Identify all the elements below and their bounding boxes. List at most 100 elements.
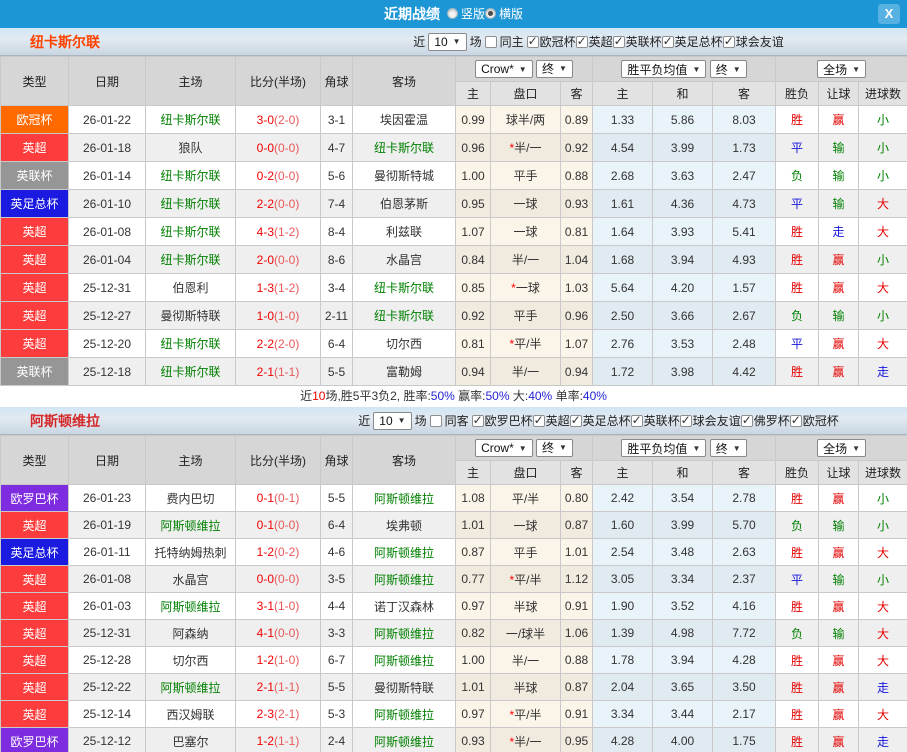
match-row: 英超 25-12-14 西汉姆联 2-3(2-1) 5-3 阿斯顿维拉 0.97 *平/半 0.…	[0, 700, 907, 728]
chevron-down-icon: ▼	[692, 443, 701, 453]
bookmaker-select[interactable]: Crow* ▼	[475, 439, 533, 458]
competition-filter[interactable]: 英超	[532, 412, 570, 429]
checkbox-checked-icon[interactable]	[679, 413, 692, 427]
competition-filter[interactable]: 球会友谊	[722, 33, 784, 50]
orientation-radio[interactable]: 竖版	[446, 5, 485, 22]
checkbox-unchecked-icon[interactable]	[484, 35, 497, 48]
cell-spread-result: 赢	[818, 700, 860, 728]
radio-unselected-icon[interactable]	[446, 7, 458, 19]
games-count-select[interactable]: 10 ▼	[428, 32, 467, 51]
cell-odds-home: 1.07	[455, 217, 491, 246]
odds-time-select[interactable]: 终 ▼	[536, 59, 573, 78]
avg-time-select[interactable]: 终 ▼	[709, 60, 747, 78]
avg-time-select[interactable]: 终 ▼	[709, 439, 747, 457]
bookmaker-select[interactable]: Crow* ▼	[475, 60, 533, 79]
cell-avg-away: 2.37	[712, 565, 777, 593]
cell-home-team: 西汉姆联	[145, 700, 236, 728]
spread-result-value: 赢	[832, 365, 845, 379]
checkbox-checked-icon[interactable]	[471, 413, 484, 427]
col-type: 类型	[0, 56, 69, 106]
goals-result-value: 大	[877, 707, 890, 722]
checkbox-checked-icon[interactable]	[661, 34, 674, 48]
cell-goals-result: 走	[858, 357, 907, 386]
away-team-name: 切尔西	[385, 337, 422, 351]
checkbox-checked-icon[interactable]	[740, 413, 753, 427]
summary-segment: 场,胜5平3负2, 胜率:	[325, 389, 431, 403]
games-label: 场	[414, 414, 427, 428]
chevron-down-icon: ▼	[397, 416, 406, 425]
checkbox-checked-icon[interactable]	[569, 413, 582, 427]
cell-avg-away: 5.70	[712, 511, 777, 539]
avg-type-select[interactable]: 胜平负均值 ▼	[621, 439, 707, 457]
cell-corners: 4-6	[320, 538, 353, 566]
cell-handicap: *半/一	[490, 727, 561, 752]
cell-date: 26-01-04	[68, 245, 146, 274]
match-row: 英超 25-12-20 纽卡斯尔联 2-2(2-0) 6-4 切尔西 0.81 *平/半 1.0…	[0, 329, 907, 358]
spread-result-value: 输	[832, 626, 845, 641]
checkbox-checked-icon[interactable]	[526, 34, 539, 48]
cell-score: 2-3(2-1)	[235, 700, 321, 728]
matches-table: 类型 日期 主场 比分(半场) 角球 客场 Crow* ▼ 终 ▼ 胜平负均值 ▼ 终…	[0, 56, 907, 386]
competition-filter[interactable]: 英超	[575, 33, 613, 50]
scope-select[interactable]: 全场 ▼	[817, 60, 867, 78]
checkbox-checked-icon[interactable]	[630, 413, 643, 427]
cell-avg-draw: 4.98	[652, 619, 714, 647]
cell-away-team: 阿斯顿维拉	[352, 484, 456, 512]
halftime-score: (2-0)	[274, 336, 300, 351]
orientation-radio[interactable]: 横版	[485, 5, 523, 22]
competition-filter[interactable]: 球会友谊	[679, 412, 741, 429]
cell-corners: 4-7	[320, 133, 353, 162]
cell-handicap: *平/半	[490, 565, 561, 593]
cell-away-team: 埃弗顿	[352, 511, 456, 539]
checkbox-checked-icon[interactable]	[722, 34, 735, 48]
cell-result: 负	[775, 161, 820, 190]
avg-type-select[interactable]: 胜平负均值 ▼	[621, 60, 707, 78]
competition-filter[interactable]: 欧冠杯	[789, 412, 839, 429]
cell-avg-home: 1.39	[592, 619, 654, 647]
competition-filter[interactable]: 欧罗巴杯	[471, 412, 533, 429]
cell-spread-result: 输	[818, 619, 860, 647]
cell-score: 0-0(0-0)	[235, 565, 321, 593]
games-count-select[interactable]: 10 ▼	[373, 411, 412, 430]
cell-corners: 3-4	[320, 273, 353, 302]
cell-avg-draw: 3.99	[652, 133, 714, 162]
checkbox-checked-icon[interactable]	[575, 34, 588, 48]
cell-score: 0-1(0-0)	[235, 511, 321, 539]
halftime-score: (1-2)	[274, 224, 300, 239]
checkbox-checked-icon[interactable]	[789, 413, 802, 427]
away-team-name: 水晶宫	[385, 253, 422, 267]
competition-filter[interactable]: 欧冠杯	[526, 33, 576, 50]
cell-away-team: 埃因霍温	[352, 105, 456, 134]
cell-date: 25-12-12	[68, 727, 146, 752]
home-team-name: 伯恩利	[172, 281, 209, 295]
cell-result: 胜	[775, 484, 820, 512]
competition-filter[interactable]: 英联杯	[630, 412, 680, 429]
section-newcastle: 纽卡斯尔联 近 10▼ 场 同主 欧冠杯英超英联杯英足总杯球会友谊 类型 日期	[0, 28, 907, 407]
cell-avg-draw: 3.65	[652, 673, 714, 701]
cell-spread-result: 输	[818, 133, 860, 162]
checkbox-unchecked-icon[interactable]	[429, 414, 442, 427]
competition-filter-label: 球会友谊	[735, 35, 784, 49]
radio-selected-icon[interactable]	[485, 7, 496, 19]
cell-score: 2-1(1-1)	[235, 673, 321, 701]
competition-filter[interactable]: 英足总杯	[661, 33, 723, 50]
cell-date: 26-01-11	[68, 538, 146, 566]
competition-filter-label: 英足总杯	[674, 35, 723, 49]
goals-result-value: 大	[877, 281, 890, 295]
close-button[interactable]: X	[878, 4, 900, 24]
odds-time-select[interactable]: 终 ▼	[536, 438, 573, 457]
competition-filter[interactable]: 佛罗杯	[740, 412, 790, 429]
col-corner: 角球	[320, 435, 353, 485]
checkbox-checked-icon[interactable]	[612, 34, 625, 48]
away-team-name: 埃因霍温	[379, 113, 428, 127]
cell-handicap: 一球	[490, 217, 561, 246]
scope-select[interactable]: 全场 ▼	[817, 439, 867, 457]
cell-odds-away: 1.06	[559, 619, 594, 647]
cell-score: 2-2(0-0)	[235, 189, 321, 218]
cell-avg-away: 2.48	[712, 329, 777, 358]
spread-result-value: 赢	[832, 734, 845, 749]
competition-filter[interactable]: 英联杯	[612, 33, 662, 50]
competition-filter[interactable]: 英足总杯	[569, 412, 631, 429]
cell-avg-draw: 3.48	[652, 538, 714, 566]
checkbox-checked-icon[interactable]	[532, 413, 545, 427]
